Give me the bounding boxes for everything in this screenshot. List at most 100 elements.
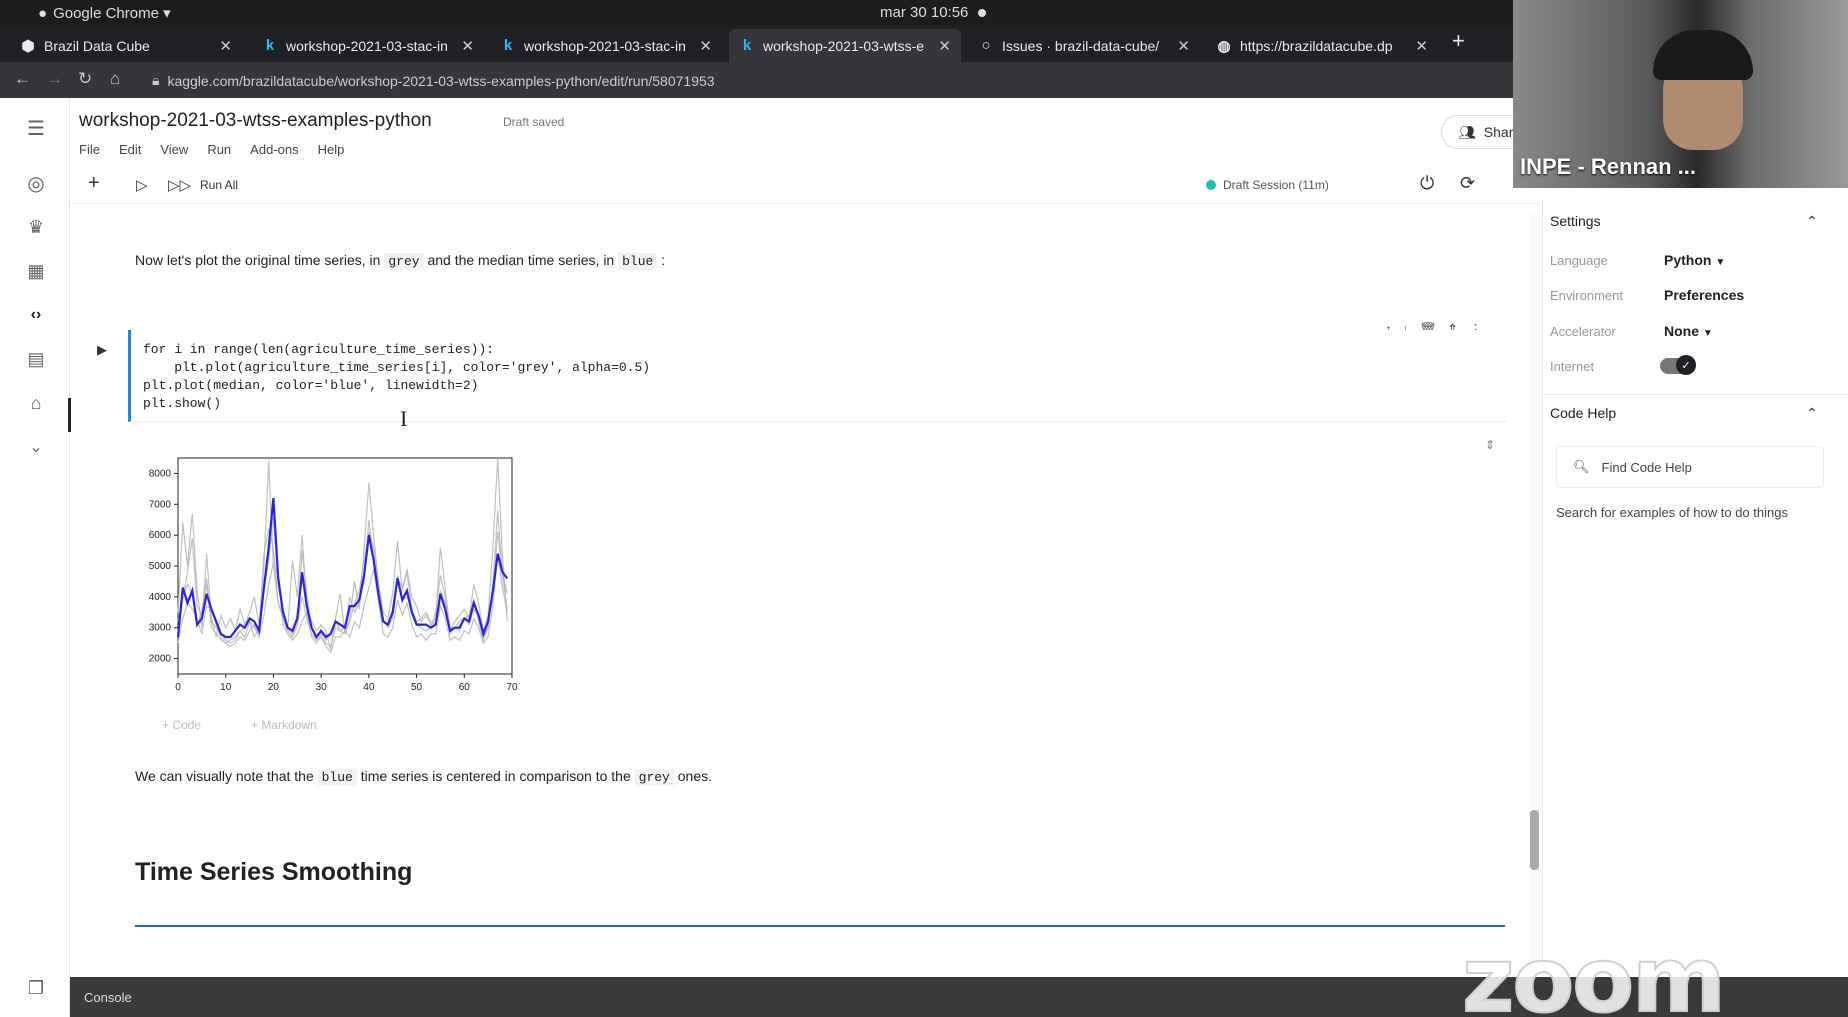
tab-brazil-data-cube[interactable]: ⬢ Brazil Data Cube ✕	[10, 29, 242, 62]
inline-code: grey	[384, 253, 424, 270]
session-status[interactable]: Draft Session (11m)	[1206, 178, 1329, 192]
language-select[interactable]: Python ▼	[1664, 252, 1725, 268]
run-cell-button[interactable]: ▷	[136, 176, 148, 194]
table-icon[interactable]: ▦	[24, 259, 48, 283]
x-tick-label: 10	[220, 682, 232, 693]
console-label: Console	[84, 989, 132, 1005]
menu-run[interactable]: Run	[207, 142, 231, 157]
draft-status: Draft saved	[503, 115, 565, 129]
tab-wtss-active[interactable]: k workshop-2021-03-wtss-e ✕	[729, 29, 961, 62]
accelerator-select[interactable]: None ▼	[1664, 323, 1713, 339]
x-tick-label: 0	[175, 682, 181, 693]
reload-icon[interactable]: ↻	[78, 69, 92, 89]
md-text: time series is centered in comparison to…	[356, 768, 635, 784]
close-icon[interactable]: ✕	[219, 37, 232, 55]
chrome-icon: ●	[38, 4, 48, 22]
back-icon[interactable]: ←	[14, 69, 31, 89]
menu-file[interactable]: File	[79, 142, 100, 157]
compass-icon[interactable]: ◎	[24, 171, 48, 195]
screen: { "os": {"app": "Google Chrome ▾", "cloc…	[0, 0, 1848, 1017]
code-line-1[interactable]: for i in range(len(agriculture_time_seri…	[143, 342, 494, 357]
close-icon[interactable]: ✕	[699, 37, 712, 55]
share-label: Shar	[1483, 124, 1514, 140]
tab-stac-2[interactable]: k workshop-2021-03-stac-in ✕	[490, 29, 722, 62]
close-icon[interactable]: ✕	[938, 37, 951, 55]
tab-stac-1[interactable]: k workshop-2021-03-stac-in ✕	[252, 29, 484, 62]
code-line-2[interactable]: plt.plot(agriculture_time_series[i], col…	[143, 360, 650, 375]
chevron-up-icon[interactable]: ⌃	[1806, 213, 1818, 230]
markdown-cell-2[interactable]: We can visually note that the blue time …	[135, 768, 712, 786]
tab-title: workshop-2021-03-wtss-e	[763, 37, 925, 54]
notebook-toolbar: + ▷ ▷▷ Run All Draft Session (11m) ⏻ ⟳	[70, 168, 1540, 204]
add-cell-button[interactable]: +	[88, 172, 100, 195]
line-chart: 0 10 20 30 40 50 60 70 2000 3000 4000 5000 6000 7000 8…	[149, 457, 518, 693]
y-tick-label: 8000	[149, 468, 172, 479]
run-all-icon[interactable]: ▷▷	[168, 176, 191, 194]
menu-view[interactable]: View	[160, 142, 188, 157]
app-menu[interactable]: ● Google Chrome ▾	[38, 4, 171, 23]
settings-heading[interactable]: Settings	[1550, 213, 1601, 229]
run-all-button[interactable]: Run All	[200, 178, 238, 192]
inline-code: grey	[634, 769, 674, 786]
menu-help[interactable]: Help	[318, 142, 345, 157]
x-tick-label: 50	[411, 682, 423, 693]
md-text: :	[657, 252, 666, 268]
x-tick-label: 40	[363, 682, 375, 693]
video-name: INPE - Rennan ...	[1520, 154, 1697, 179]
text-cursor-icon: I	[400, 406, 408, 431]
tab-title: Issues · brazil-data-cube/	[1002, 37, 1160, 54]
menu-edit[interactable]: Edit	[119, 142, 141, 157]
code-icon[interactable]: ‹›	[24, 303, 48, 327]
x-tick-label: 30	[316, 682, 328, 693]
zoom-watermark: zoom	[1461, 927, 1727, 1017]
y-tick-label: 3000	[149, 623, 172, 634]
close-icon[interactable]: ✕	[461, 37, 474, 55]
accelerator-value: None	[1664, 323, 1699, 339]
notebook-title[interactable]: workshop-2021-03-wtss-examples-python	[79, 110, 432, 132]
internet-label: Internet	[1550, 359, 1595, 374]
find-code-help-input[interactable]: 🔍︎ Find Code Help	[1556, 446, 1824, 488]
new-tab-button[interactable]: +	[1452, 28, 1465, 54]
code-line-4[interactable]: plt.show()	[143, 396, 221, 411]
github-icon: ○	[981, 37, 991, 54]
code-cell[interactable]: for i in range(len(agriculture_time_seri…	[128, 330, 1508, 422]
chevron-down-icon[interactable]: ⌄	[24, 435, 48, 459]
scrollbar-thumb[interactable]	[1530, 810, 1539, 870]
markdown-cell-1[interactable]: Now let's plot the original time series,…	[135, 252, 666, 270]
add-cell-buttons: + Code + Markdown	[162, 718, 317, 732]
bdc-icon: ⬢	[21, 37, 35, 55]
power-icon[interactable]: ⏻	[1420, 173, 1434, 194]
collapse-output-icon[interactable]: ⇕	[1485, 438, 1495, 452]
menu-addons[interactable]: Add-ons	[250, 142, 298, 157]
learn-icon[interactable]: ⌂	[24, 391, 48, 415]
trophy-icon[interactable]: ♛	[24, 215, 48, 239]
add-markdown-button[interactable]: + Markdown	[251, 718, 317, 732]
kaggle-left-nav: ☰ ◎ ♛ ▦ ‹› ▤ ⌂ ⌄ ❐	[0, 98, 71, 1017]
menu-bar: File Edit View Run Add-ons Help	[79, 142, 344, 157]
add-code-button[interactable]: + Code	[162, 718, 201, 732]
notifications-icon[interactable]: ❐	[24, 976, 48, 1000]
run-cell-play-icon[interactable]: ▶	[97, 342, 107, 358]
forward-icon[interactable]: →	[46, 69, 63, 89]
inline-code: blue	[317, 769, 357, 786]
restart-icon[interactable]: ⟳	[1460, 173, 1475, 194]
tab-issues[interactable]: ○ Issues · brazil-data-cube/ ✕	[968, 29, 1200, 62]
close-icon[interactable]: ✕	[1415, 37, 1428, 55]
tab-bdc-dp[interactable]: ◍ https://brazildatacube.dp ✕	[1206, 29, 1438, 62]
y-tick-label: 4000	[149, 592, 172, 603]
code-help-heading[interactable]: Code Help	[1550, 405, 1616, 421]
recording-dot-icon	[978, 8, 987, 17]
active-nav-indicator	[68, 398, 71, 432]
kaggle-icon: k	[265, 37, 275, 54]
close-icon[interactable]: ✕	[1177, 37, 1190, 55]
internet-toggle[interactable]: ✓	[1660, 355, 1696, 375]
environment-value[interactable]: Preferences	[1664, 287, 1744, 303]
md-text: We can visually note that the	[135, 768, 318, 784]
code-line-3[interactable]: plt.plot(median, color='blue', linewidth…	[143, 378, 478, 393]
home-icon[interactable]: ⌂	[110, 69, 120, 89]
address-bar[interactable]: 🔒︎ kaggle.com/brazildatacube/workshop-20…	[152, 67, 1512, 94]
divider	[1542, 394, 1848, 395]
discussion-icon[interactable]: ▤	[24, 347, 48, 371]
hamburger-menu-icon[interactable]: ☰	[24, 116, 48, 140]
chevron-up-icon[interactable]: ⌃	[1806, 405, 1818, 422]
